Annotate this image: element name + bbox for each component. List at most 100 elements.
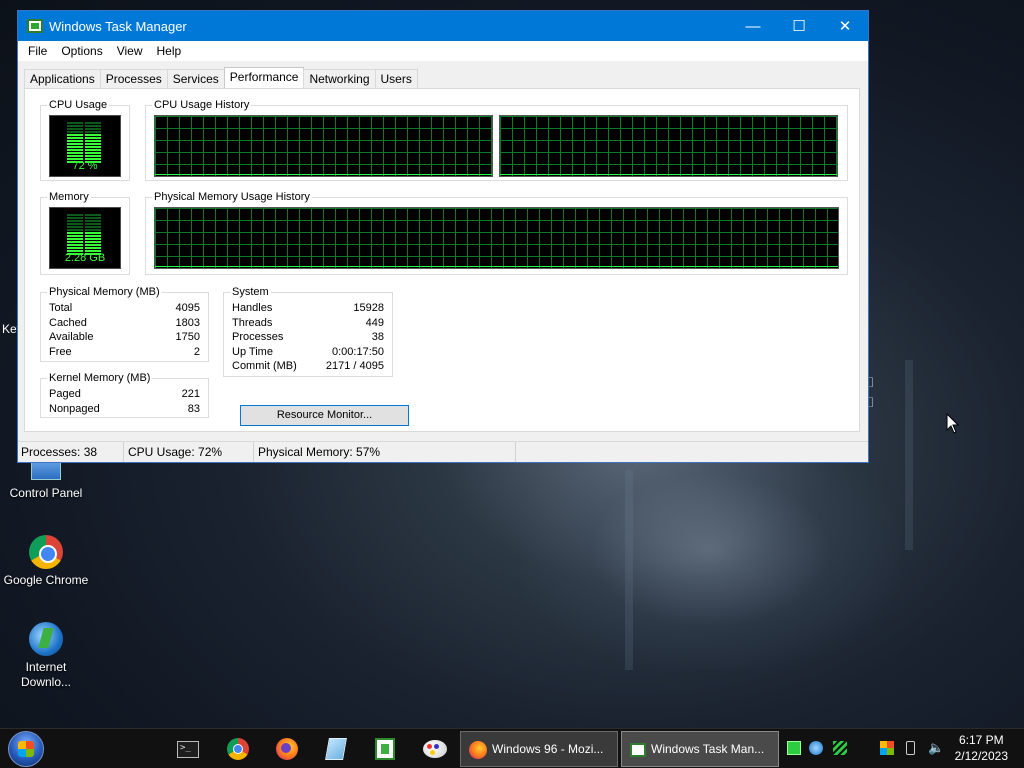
clock-date: 2/12/2023 [954, 749, 1008, 763]
info-label: Paged [49, 388, 81, 400]
cpu-history-title: CPU Usage History [152, 98, 252, 112]
system-title: System [230, 285, 271, 299]
mouse-cursor-icon [946, 413, 960, 434]
meter-segment [67, 155, 101, 157]
info-label: Processes [232, 331, 284, 343]
taskbar-clock[interactable]: 6:17 PM 2/12/2023 [955, 732, 1008, 764]
tab-performance[interactable]: Performance [223, 67, 305, 88]
status-processes: Processes: 38 [18, 442, 124, 462]
menu-bar: File Options View Help [18, 41, 868, 61]
info-label: Total [49, 302, 73, 314]
tray-usb-icon[interactable] [906, 741, 915, 755]
tab-processes[interactable]: Processes [99, 69, 168, 88]
tray-task-manager-icon[interactable] [787, 741, 801, 755]
info-label: Nonpaged [49, 402, 100, 415]
tab-users[interactable]: Users [374, 69, 418, 88]
close-button[interactable]: ✕ [822, 11, 868, 41]
taskbar-pinned-firefox[interactable] [274, 736, 300, 762]
tab-applications[interactable]: Applications [24, 69, 101, 88]
meter-segment [67, 226, 101, 228]
chrome-icon [227, 738, 249, 760]
cpu-history-graph-core-1 [154, 115, 493, 177]
meter-segment [67, 238, 101, 240]
taskbar-pinned-notepad[interactable] [323, 736, 349, 762]
firefox-icon [276, 738, 298, 760]
meter-segment [67, 128, 101, 130]
maximize-button[interactable]: ☐ [776, 11, 822, 41]
wallpaper-shape [905, 360, 913, 550]
taskbar-task-task-manager[interactable]: Windows Task Man... [621, 731, 779, 767]
menu-view[interactable]: View [110, 44, 150, 58]
kernel-memory-title: Kernel Memory (MB) [47, 371, 153, 385]
status-memory: Physical Memory: 57% [254, 442, 516, 462]
info-value: 2171 / 4095 [325, 360, 384, 372]
meter-segment [67, 149, 101, 151]
info-row: Threads 449 [224, 316, 392, 331]
meter-segment [67, 241, 101, 243]
tab-strip: Applications Processes Services Performa… [24, 67, 418, 88]
paint-icon [423, 740, 447, 758]
status-bar: Processes: 38 CPU Usage: 72% Physical Me… [18, 441, 868, 462]
cpu-usage-value: 72 % [72, 160, 98, 172]
info-value: 1750 [175, 331, 200, 343]
tray-flag-icon[interactable] [880, 741, 894, 755]
taskbar-task-firefox[interactable]: Windows 96 - Mozi... [460, 731, 618, 767]
meter-segment [67, 134, 101, 136]
info-row: Handles 15928 [224, 301, 392, 316]
info-label: Handles [232, 302, 273, 314]
desktop-icon-chrome[interactable]: Google Chrome [0, 535, 92, 588]
minimize-button[interactable]: — [730, 11, 776, 41]
taskbar-pinned-paint[interactable] [422, 736, 448, 762]
tray-download-manager-icon[interactable] [809, 741, 823, 755]
info-label: Free [49, 345, 72, 358]
taskbar-pinned-excel[interactable] [372, 736, 398, 762]
memory-history-line [155, 266, 838, 267]
meter-segment [67, 220, 101, 222]
tray-network-icon[interactable] [833, 741, 847, 755]
clock-time: 6:17 PM [958, 733, 1004, 747]
menu-help[interactable]: Help [150, 44, 189, 58]
cpu-usage-meter: 72 % [49, 115, 121, 177]
tab-networking[interactable]: Networking [303, 69, 376, 88]
system-group: System Handles 15928 Threads 449 Processes… [223, 285, 393, 377]
desktop-icon-internet-download-manager[interactable]: Internet Downlo... [0, 622, 92, 690]
info-row: Commit (MB) 2171 / 4095 [224, 359, 392, 374]
physical-memory-group: Physical Memory (MB) Total 4095 Cached 180… [40, 285, 209, 362]
memory-value: 2.28 GB [64, 252, 106, 264]
task-manager-icon [27, 19, 43, 33]
info-value: 83 [187, 402, 200, 415]
menu-options[interactable]: Options [54, 44, 109, 58]
taskbar-pinned-chrome[interactable] [225, 736, 251, 762]
info-label: Commit (MB) [232, 360, 297, 372]
info-value: 221 [181, 388, 200, 400]
window-title: Windows Task Manager [49, 18, 187, 34]
desktop-icon-control-panel[interactable]: Control Panel [0, 458, 92, 501]
tray-volume-muted-icon[interactable]: 🔈 [928, 741, 944, 755]
window-controls: — ☐ ✕ [730, 11, 868, 41]
info-value: 0:00:17:50 [332, 345, 384, 358]
info-row: Total 4095 [41, 301, 208, 316]
desktop-icon-label: Control Panel [9, 486, 83, 500]
status-cpu: CPU Usage: 72% [124, 442, 254, 462]
kernel-memory-group: Kernel Memory (MB) Paged 221 Nonpaged 83 [40, 371, 209, 418]
taskbar-pinned-cmd[interactable]: >_ [175, 736, 201, 762]
cpu-meter-bars [67, 122, 101, 164]
info-value: 38 [371, 331, 384, 343]
info-label: Cached [49, 316, 87, 329]
title-bar[interactable]: Windows Task Manager — ☐ ✕ [18, 11, 868, 41]
cpu-history-graph-core-2 [499, 115, 838, 177]
info-label: Available [49, 331, 94, 343]
meter-segment [67, 244, 101, 246]
task-label: Windows 96 - Mozi... [492, 742, 604, 756]
info-value: 2 [193, 345, 200, 358]
menu-file[interactable]: File [21, 44, 54, 58]
physical-memory-title: Physical Memory (MB) [47, 285, 162, 299]
internet-download-manager-icon [29, 622, 63, 656]
memory-meter: 2.28 GB [49, 207, 121, 269]
info-value: 4095 [175, 302, 200, 314]
info-value: 15928 [353, 302, 384, 314]
tab-services[interactable]: Services [166, 69, 225, 88]
start-button[interactable] [8, 731, 44, 767]
resource-monitor-button[interactable]: Resource Monitor... [240, 405, 409, 426]
taskbar: >_ Windows 96 - Mozi... Windows Task Man… [0, 728, 1024, 768]
